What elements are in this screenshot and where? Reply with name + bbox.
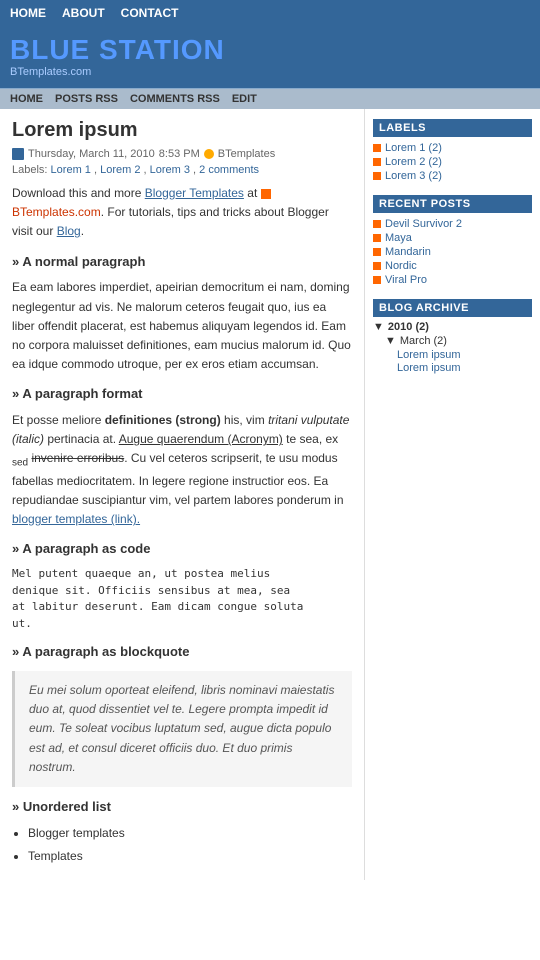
- archive-year-2010: ▼ 2010 (2): [373, 321, 532, 333]
- label-icon-3: [373, 172, 381, 180]
- site-header: BLUE STATION BTemplates.com: [0, 26, 540, 88]
- label-link-2[interactable]: Lorem 2: [100, 164, 140, 176]
- recent-item-1: Devil Survivor 2: [373, 217, 532, 231]
- post-title: Lorem ipsum: [12, 119, 352, 142]
- btemplates-icon: [261, 189, 271, 199]
- list-item-2: Templates: [28, 847, 352, 866]
- section-header-5: » Unordered list: [12, 797, 352, 818]
- section-1-body: Ea eam labores imperdiet, apeirian democ…: [12, 278, 352, 374]
- archive-post-2[interactable]: Lorem ipsum: [397, 362, 532, 374]
- s2-text1: Et posse meliore: [12, 413, 105, 427]
- sec-nav-home[interactable]: HOME: [10, 93, 43, 105]
- label-link-1[interactable]: Lorem 1: [51, 164, 91, 176]
- recent-link-3[interactable]: Mandarin: [385, 246, 431, 258]
- post-time: 8:53 PM: [159, 148, 200, 160]
- label-item-3: Lorem 3 (2): [373, 169, 532, 183]
- post-author: BTemplates: [218, 148, 275, 160]
- post-meta: Thursday, March 11, 2010 8:53 PM BTempla…: [12, 148, 352, 160]
- nav-about[interactable]: ABOUT: [62, 6, 105, 20]
- label-link-s-1[interactable]: Lorem 1 (2): [385, 142, 442, 154]
- intro-text: Download this and more: [12, 186, 145, 200]
- recent-item-3: Mandarin: [373, 245, 532, 259]
- site-subtitle: BTemplates.com: [10, 66, 530, 84]
- s2-strong: definitiones (strong): [105, 413, 221, 427]
- calendar-icon: [12, 148, 24, 160]
- s2-sub: sed: [12, 458, 28, 469]
- blogger-templates-link[interactable]: Blogger Templates: [145, 186, 244, 200]
- post-labels: Labels: Lorem 1 , Lorem 2 , Lorem 3 , 2 …: [12, 164, 352, 176]
- page-layout: Lorem ipsum Thursday, March 11, 2010 8:5…: [0, 109, 540, 880]
- labels-prefix: Labels:: [12, 164, 47, 176]
- section-header-2: » A paragraph format: [12, 384, 352, 405]
- label-icon-2: [373, 158, 381, 166]
- recent-item-5: Viral Pro: [373, 273, 532, 287]
- top-navigation: HOME ABOUT CONTACT: [0, 0, 540, 26]
- sidebar: LABELS Lorem 1 (2) Lorem 2 (2) Lorem 3 (…: [365, 109, 540, 880]
- label-link-3[interactable]: Lorem 3: [150, 164, 190, 176]
- recent-icon-2: [373, 234, 381, 242]
- s2-text2: his, vim: [221, 413, 268, 427]
- s2-text3: pertinacia at.: [44, 432, 119, 446]
- archive-title: BLOG ARCHIVE: [373, 299, 532, 317]
- code-block: Mel putent quaeque an, ut postea melius …: [12, 566, 352, 632]
- archive-month-march: ▼ March (2): [385, 335, 532, 347]
- recent-item-4: Nordic: [373, 259, 532, 273]
- post-body: Download this and more Blogger Templates…: [12, 184, 352, 866]
- labels-section: LABELS Lorem 1 (2) Lorem 2 (2) Lorem 3 (…: [373, 119, 532, 183]
- recent-icon-3: [373, 248, 381, 256]
- recent-item-2: Maya: [373, 231, 532, 245]
- label-icon-1: [373, 144, 381, 152]
- blog-link[interactable]: Blog: [57, 224, 81, 238]
- sec-nav-posts-rss[interactable]: POSTS RSS: [55, 93, 118, 105]
- nav-home[interactable]: HOME: [10, 6, 46, 20]
- recent-icon-4: [373, 262, 381, 270]
- archive-post-1[interactable]: Lorem ipsum: [397, 349, 532, 361]
- year-triangle: ▼: [373, 321, 384, 333]
- recent-icon-1: [373, 220, 381, 228]
- recent-link-2[interactable]: Maya: [385, 232, 412, 244]
- comments-link[interactable]: 2 comments: [199, 164, 259, 176]
- unordered-list: Blogger templates Templates: [28, 824, 352, 866]
- label-link-s-2[interactable]: Lorem 2 (2): [385, 156, 442, 168]
- recent-posts-section: RECENT POSTS Devil Survivor 2 Maya Manda…: [373, 195, 532, 287]
- recent-link-5[interactable]: Viral Pro: [385, 274, 427, 286]
- period: .: [81, 224, 84, 238]
- btemplates-domain: BTemplates: [12, 205, 75, 219]
- sec-nav-comments-rss[interactable]: COMMENTS RSS: [130, 93, 220, 105]
- sec-nav-edit[interactable]: EDIT: [232, 93, 257, 105]
- section-header-1: » A normal paragraph: [12, 252, 352, 273]
- intro-paragraph: Download this and more Blogger Templates…: [12, 184, 352, 242]
- btemplates-tld: .com: [75, 205, 101, 219]
- section-header-3: » A paragraph as code: [12, 539, 352, 560]
- main-content: Lorem ipsum Thursday, March 11, 2010 8:5…: [0, 109, 365, 880]
- archive-section: BLOG ARCHIVE ▼ 2010 (2) ▼ March (2) Lore…: [373, 299, 532, 374]
- recent-link-4[interactable]: Nordic: [385, 260, 417, 272]
- section-2-body: Et posse meliore definitiones (strong) h…: [12, 411, 352, 529]
- btemplates-link[interactable]: BTemplates.com: [12, 205, 101, 219]
- s2-link[interactable]: blogger templates (link).: [12, 512, 140, 526]
- post-date: Thursday, March 11, 2010: [28, 148, 155, 160]
- lock-icon: [204, 149, 214, 159]
- site-title: BLUE STATION: [10, 34, 530, 66]
- recent-posts-title: RECENT POSTS: [373, 195, 532, 213]
- label-link-s-3[interactable]: Lorem 3 (2): [385, 170, 442, 182]
- month-triangle: ▼: [385, 335, 396, 347]
- label-item-2: Lorem 2 (2): [373, 155, 532, 169]
- recent-icon-5: [373, 276, 381, 284]
- list-item-1: Blogger templates: [28, 824, 352, 843]
- s2-underline: Augue quaerendum (Acronym): [119, 432, 283, 446]
- section-header-4: » A paragraph as blockquote: [12, 642, 352, 663]
- month-link-march[interactable]: March (2): [400, 335, 447, 347]
- secondary-navigation: HOME POSTS RSS COMMENTS RSS EDIT: [0, 88, 540, 109]
- label-item-1: Lorem 1 (2): [373, 141, 532, 155]
- recent-link-1[interactable]: Devil Survivor 2: [385, 218, 462, 230]
- labels-title: LABELS: [373, 119, 532, 137]
- nav-contact[interactable]: CONTACT: [121, 6, 179, 20]
- year-link-2010[interactable]: 2010 (2): [388, 321, 429, 333]
- blockquote: Eu mei solum oporteat eleifend, libris n…: [12, 671, 352, 787]
- s2-strikethrough: invenire erroribus: [31, 451, 124, 465]
- intro-at: at: [247, 186, 260, 200]
